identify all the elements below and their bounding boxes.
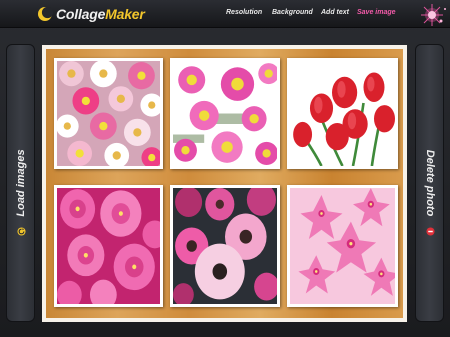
save-image-menu[interactable]: Save image	[357, 9, 396, 21]
load-images-button[interactable]: Load images	[6, 44, 35, 322]
collage-photo-6[interactable]	[287, 185, 398, 307]
delete-photo-label: Delete photo	[423, 149, 436, 217]
roses-photo	[57, 188, 160, 304]
add-text-menu[interactable]: Add text	[321, 9, 349, 21]
app-title: CollageMaker	[56, 6, 145, 22]
sparkle-decoration-icon	[421, 4, 446, 26]
collage-photo-1[interactable]	[54, 58, 163, 169]
delete-photo-button[interactable]: Delete photo	[415, 44, 444, 322]
plumeria-photo	[290, 188, 395, 304]
delete-icon	[426, 227, 435, 236]
crescent-logo-icon	[38, 6, 53, 21]
flowers-photo-1	[57, 61, 160, 166]
collage-photo-3[interactable]	[287, 58, 398, 169]
resolution-menu[interactable]: Resolution	[226, 9, 262, 21]
tulips-photo	[290, 61, 395, 166]
background-menu[interactable]: Background	[272, 9, 313, 21]
collage-photo-5[interactable]	[170, 185, 280, 307]
refresh-icon	[17, 227, 26, 236]
top-bar: CollageMaker Resolution Background Add t…	[0, 0, 450, 28]
wood-background	[46, 49, 403, 318]
load-images-label: Load images	[14, 149, 27, 217]
gerbera-photo	[173, 188, 277, 304]
app-logo: CollageMaker	[37, 4, 145, 24]
collage-maker-app: CollageMaker Resolution Background Add t…	[0, 0, 450, 337]
collage-canvas	[42, 45, 407, 322]
collage-photo-4[interactable]	[54, 185, 163, 307]
collage-photo-2[interactable]	[170, 58, 280, 169]
daisies-photo	[173, 61, 277, 166]
